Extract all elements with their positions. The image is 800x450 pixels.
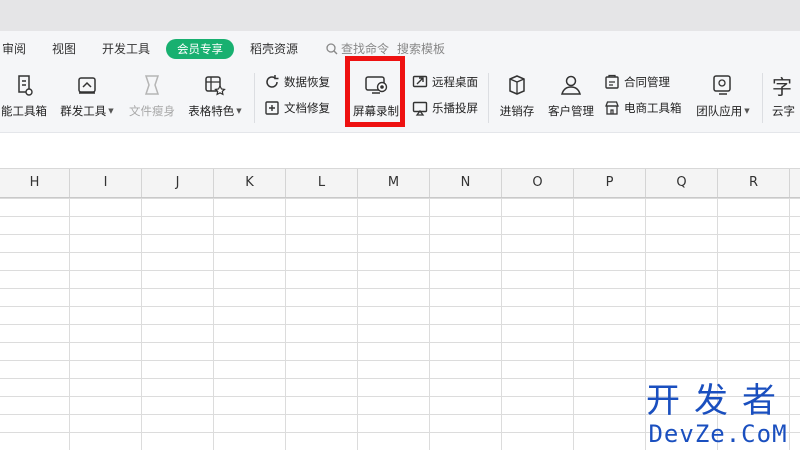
menu-review[interactable]: 审阅 (2, 40, 26, 57)
happy-cast-button[interactable]: 乐播投屏 (412, 99, 478, 117)
formula-bar-area (0, 133, 800, 169)
column-header-m[interactable]: M (358, 169, 430, 197)
menu-docer-resources[interactable]: 稻壳资源 (250, 40, 298, 57)
shop-icon (605, 101, 619, 115)
column-header-j[interactable]: J (142, 169, 214, 197)
column-header-k[interactable]: K (214, 169, 286, 197)
toolbox-icon (0, 71, 50, 99)
recovery-icon (266, 75, 279, 88)
highlight-box (345, 56, 405, 127)
ecommerce-toolbox-button[interactable]: 电商工具箱 (604, 99, 682, 117)
file-slim-button[interactable]: 文件瘦身 (126, 71, 178, 119)
watermark-cn: 开发者 (646, 381, 790, 421)
doc-repair-button[interactable]: 文档修复 (264, 99, 330, 117)
column-header-p[interactable]: P (574, 169, 646, 197)
inventory-button[interactable]: 进销存 (496, 71, 538, 119)
repair-icon (265, 101, 279, 115)
team-apps-icon (694, 71, 752, 99)
table-feature-button[interactable]: 表格特色 ▼ (186, 71, 244, 119)
remote-desktop-button[interactable]: 远程桌面 (412, 73, 478, 91)
column-header-row: H I J K L M N O P Q R (0, 169, 800, 198)
customer-icon (545, 71, 597, 99)
smart-toolbox-button[interactable]: 能工具箱 (0, 71, 50, 119)
cloud-font-button[interactable]: 字 云字 (772, 71, 800, 119)
column-header-h[interactable]: H (0, 169, 70, 197)
grid-line (501, 198, 502, 450)
data-recovery-button[interactable]: 数据恢复 (264, 73, 330, 91)
command-search[interactable]: 查找命令 搜索模板 (326, 40, 445, 57)
group-tools-button[interactable]: 群发工具 ▼ (58, 71, 116, 119)
ribbon-separator (254, 73, 255, 123)
send-icon (58, 71, 116, 99)
table-star-icon (186, 71, 244, 99)
watermark-en: DevZe.CoM (648, 420, 788, 448)
column-header-q[interactable]: Q (646, 169, 718, 197)
grid-line (285, 198, 286, 450)
grid-line (213, 198, 214, 450)
customer-mgmt-button[interactable]: 客户管理 (545, 71, 597, 119)
ribbon-separator (488, 73, 489, 123)
font-icon: 字 (772, 74, 792, 99)
grid-line (357, 198, 358, 450)
column-header-r[interactable]: R (718, 169, 790, 197)
remote-desktop-icon (412, 75, 428, 88)
watermark: 开发者 DevZe.CoM (646, 382, 790, 448)
column-header-l[interactable]: L (286, 169, 358, 197)
grid-line (573, 198, 574, 450)
column-header-o[interactable]: O (502, 169, 574, 197)
grid-line (69, 198, 70, 450)
team-apps-button[interactable]: 团队应用 ▼ (694, 71, 752, 119)
inventory-icon (496, 71, 538, 99)
search-label: 查找命令 (341, 42, 390, 56)
grid-line (141, 198, 142, 450)
menu-vip-tab[interactable]: 会员专享 (166, 39, 234, 59)
search-icon (326, 43, 338, 55)
title-bar (0, 0, 800, 31)
grid-line (429, 198, 430, 450)
cast-icon (412, 101, 428, 116)
menu-dev-tools[interactable]: 开发工具 (102, 40, 150, 57)
contract-mgmt-button[interactable]: 合同管理 (604, 73, 670, 91)
compress-icon (126, 71, 178, 99)
contract-icon (605, 74, 619, 89)
column-header-i[interactable]: I (70, 169, 142, 197)
column-header-n[interactable]: N (430, 169, 502, 197)
ribbon-separator (762, 73, 763, 123)
menu-view[interactable]: 视图 (52, 40, 76, 57)
search-templates[interactable]: 搜索模板 (397, 42, 445, 56)
